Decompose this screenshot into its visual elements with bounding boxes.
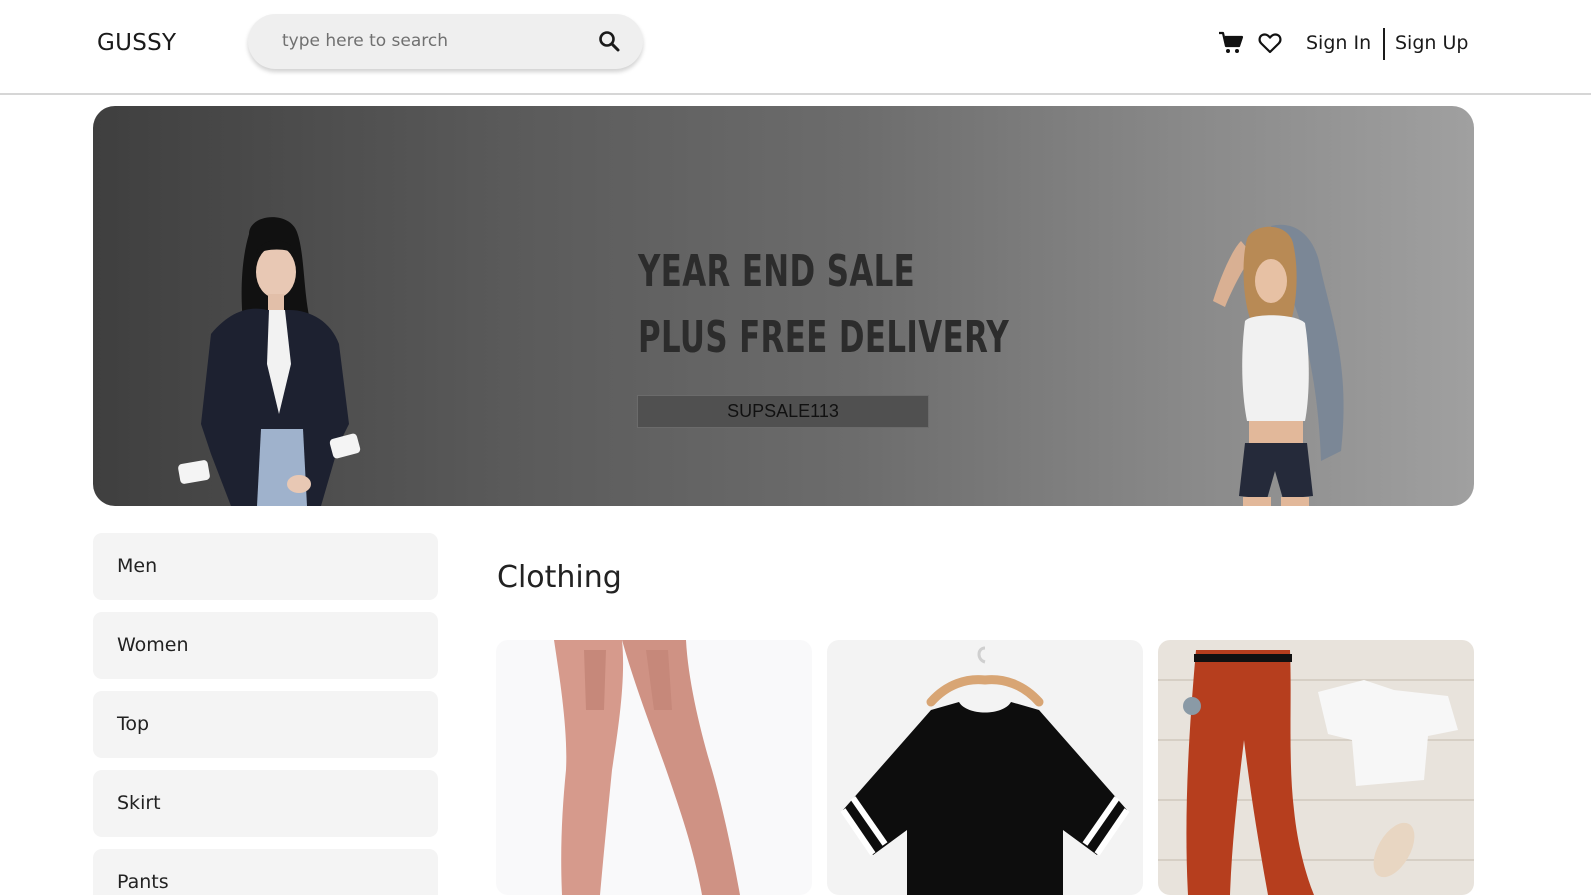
black-tshirt-image <box>840 646 1130 895</box>
banner-headline: YEAR END SALE <box>638 246 916 297</box>
sign-up-link[interactable]: Sign Up <box>1395 32 1468 54</box>
category-top[interactable]: Top <box>93 691 438 758</box>
banner-model-right-image <box>1213 224 1344 506</box>
product-card[interactable] <box>1158 640 1474 895</box>
category-label: Top <box>117 713 150 735</box>
nav-divider <box>1383 28 1385 60</box>
section-title: Clothing <box>497 560 622 595</box>
pink-pants-image <box>554 640 740 895</box>
search-input[interactable] <box>282 27 582 55</box>
category-men[interactable]: Men <box>93 533 438 600</box>
category-label: Women <box>117 634 189 656</box>
banner-subheadline: PLUS FREE DELIVERY <box>638 312 1010 363</box>
cart-icon[interactable] <box>1218 31 1244 55</box>
category-label: Skirt <box>117 792 161 814</box>
orange-pants-outfit-image <box>1158 650 1474 895</box>
category-sidebar: Men Women Top Skirt Pants <box>93 533 438 895</box>
site-logo[interactable]: GUSSY <box>97 30 176 56</box>
category-skirt[interactable]: Skirt <box>93 770 438 837</box>
search-bar <box>248 14 643 69</box>
search-icon[interactable] <box>597 29 621 53</box>
coupon-code: SUPSALE113 <box>637 395 929 428</box>
category-label: Pants <box>117 871 169 893</box>
category-women[interactable]: Women <box>93 612 438 679</box>
promo-banner[interactable]: YEAR END SALE PLUS FREE DELIVERY SUPSALE… <box>93 106 1474 506</box>
site-header: GUSSY Sign In Sign Up <box>0 0 1591 95</box>
category-pants[interactable]: Pants <box>93 849 438 895</box>
sign-in-link[interactable]: Sign In <box>1306 32 1371 54</box>
banner-model-left-image <box>178 217 361 506</box>
heart-icon[interactable] <box>1258 32 1282 54</box>
product-card[interactable] <box>827 640 1143 895</box>
category-label: Men <box>117 555 158 577</box>
product-card[interactable] <box>496 640 812 895</box>
